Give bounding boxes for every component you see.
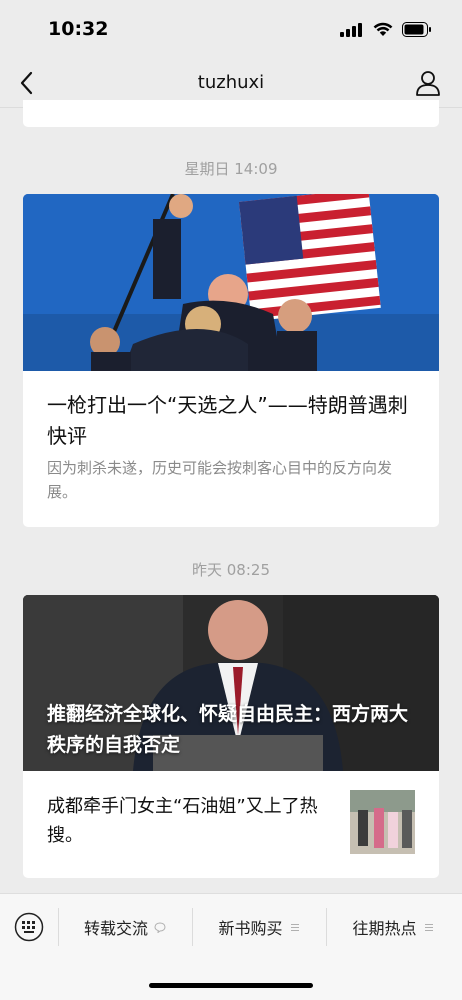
article-subitem-thumbnail[interactable]: [350, 790, 415, 854]
home-indicator[interactable]: [149, 983, 313, 988]
signal-icon: [340, 22, 362, 37]
menu-item-repost-exchange[interactable]: 转载交流: [58, 904, 192, 950]
article-headline[interactable]: 推翻经济全球化、怀疑自由民主：西方两大秩序的自我否定: [47, 699, 417, 761]
keyboard-icon[interactable]: [14, 912, 44, 942]
article-title[interactable]: 一枪打出一个“天选之人”——特朗普遇刺快评: [47, 390, 419, 452]
status-icons: [340, 22, 432, 37]
menu-item-label: 往期热点: [352, 919, 417, 938]
article-description: 因为刺杀未遂，历史可能会按刺客心目中的反方向发展。: [47, 459, 393, 501]
list-icon: [424, 923, 433, 931]
article-group-card[interactable]: 推翻经济全球化、怀疑自由民主：西方两大秩序的自我否定 成都牵手门女主“石油姐”又…: [23, 595, 439, 878]
status-bar: 10:32: [0, 0, 462, 60]
article-cover-image: [23, 194, 439, 371]
article-card[interactable]: 一枪打出一个“天选之人”——特朗普遇刺快评 因为刺杀未遂，历史可能会按刺客心目中…: [23, 194, 439, 527]
menu-item-label: 新书购买: [218, 919, 283, 938]
message-timestamp: 星期日 14:09: [184, 160, 278, 178]
nav-title: tuzhuxi: [197, 72, 265, 93]
status-time: 10:32: [48, 18, 109, 40]
article-subitem-title[interactable]: 成都牵手门女主“石油姐”又上了热搜。: [47, 792, 347, 850]
previous-message-card[interactable]: [23, 100, 439, 127]
list-icon: [290, 923, 299, 931]
menu-item-label: 转载交流: [83, 919, 148, 938]
speech-bubble-icon: [154, 921, 166, 933]
battery-icon: [402, 22, 431, 37]
wifi-icon: [373, 22, 393, 36]
profile-icon[interactable]: [414, 69, 442, 97]
menu-item-new-book-purchase[interactable]: 新书购买: [192, 904, 326, 950]
menu-item-past-hot-topics[interactable]: 往期热点: [326, 904, 460, 950]
message-timestamp: 昨天 08:25: [192, 561, 270, 579]
